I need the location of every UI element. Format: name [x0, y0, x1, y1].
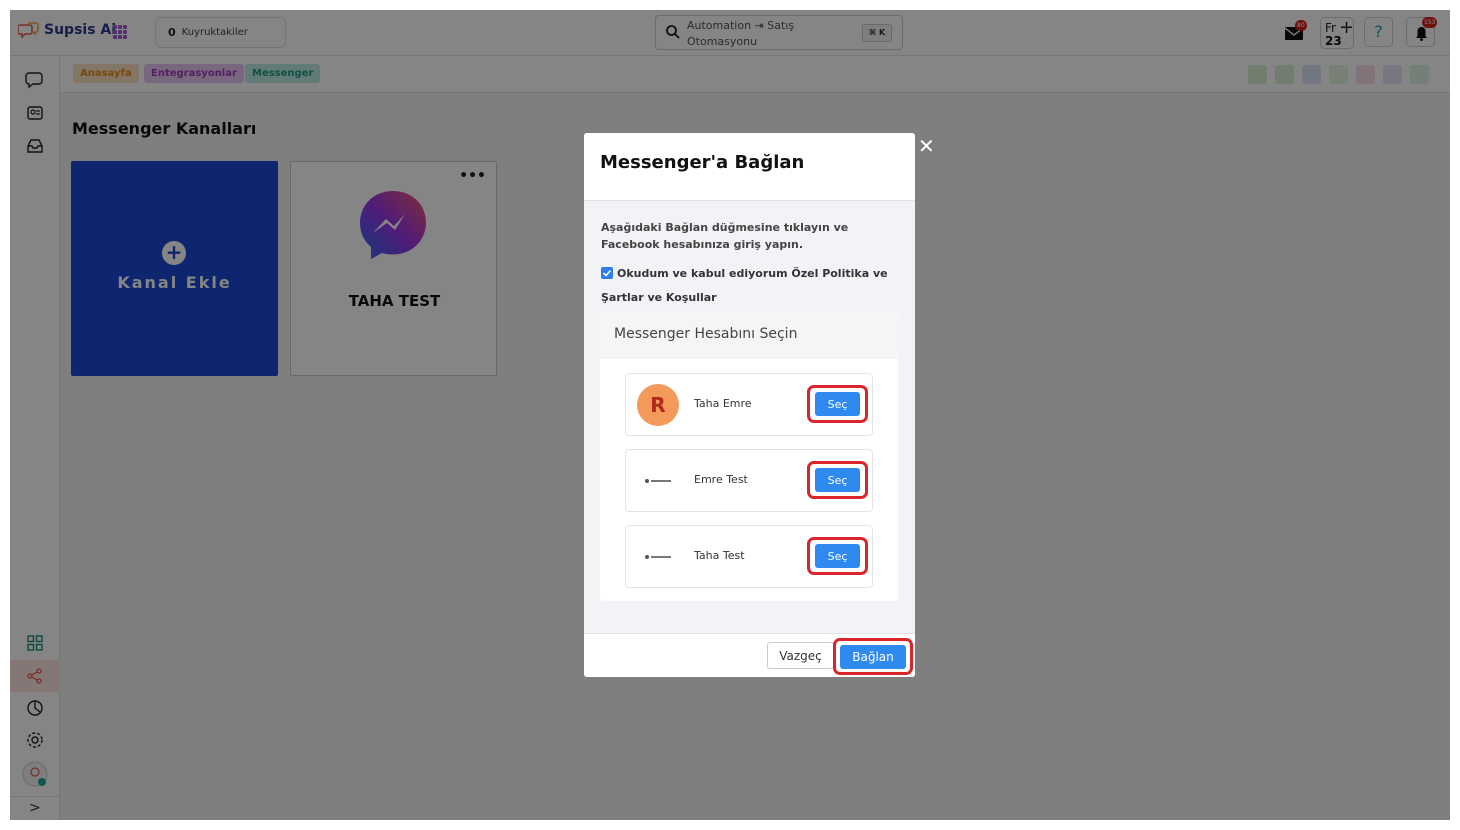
agree-checkbox[interactable]	[601, 267, 613, 279]
account-name: Emre Test	[694, 473, 748, 486]
highlight-ring: Seç	[807, 461, 868, 499]
select-account-button[interactable]: Seç	[815, 392, 860, 416]
close-icon[interactable]: ✕	[918, 134, 935, 158]
cancel-button[interactable]: Vazgeç	[767, 642, 834, 669]
account-logo-icon	[645, 479, 671, 483]
connect-messenger-modal: Messenger'a Bağlan Aşağıdaki Bağlan düğm…	[584, 133, 915, 677]
highlight-ring: Seç	[807, 537, 868, 575]
account-logo-icon	[645, 555, 671, 559]
account-name: Taha Test	[694, 549, 745, 562]
select-account-button[interactable]: Seç	[815, 544, 860, 568]
modal-header: Messenger'a Bağlan	[584, 133, 915, 201]
agree-text: Okudum ve kabul ediyorum Özel Politika v…	[601, 267, 888, 304]
account-name: Taha Emre	[694, 397, 752, 410]
account-row: Emre Test Seç	[625, 449, 873, 512]
highlight-ring: Bağlan	[833, 638, 913, 675]
avatar: R	[637, 384, 679, 426]
modal-description: Aşağıdaki Bağlan düğmesine tıklayın ve F…	[601, 221, 849, 251]
agree-checkbox-row[interactable]: Okudum ve kabul ediyorum Özel Politika v…	[601, 262, 901, 310]
app-window: Supsis Ai 0 Kuyruktakiler Automation ⇥ S…	[10, 10, 1450, 820]
modal-footer: Vazgeç Bağlan	[584, 633, 915, 677]
account-row: R Taha Emre Seç	[625, 373, 873, 436]
connect-button[interactable]: Bağlan	[840, 645, 906, 669]
checkmark-icon	[602, 269, 612, 277]
account-row: Taha Test Seç	[625, 525, 873, 588]
modal-title: Messenger'a Bağlan	[600, 152, 805, 173]
account-panel-header: Messenger Hesabını Seçin	[600, 311, 898, 359]
select-account-button[interactable]: Seç	[815, 468, 860, 492]
account-panel-title: Messenger Hesabını Seçin	[614, 326, 798, 342]
highlight-ring: Seç	[807, 385, 868, 423]
account-select-panel: Messenger Hesabını Seçin R Taha Emre Seç…	[600, 311, 898, 601]
